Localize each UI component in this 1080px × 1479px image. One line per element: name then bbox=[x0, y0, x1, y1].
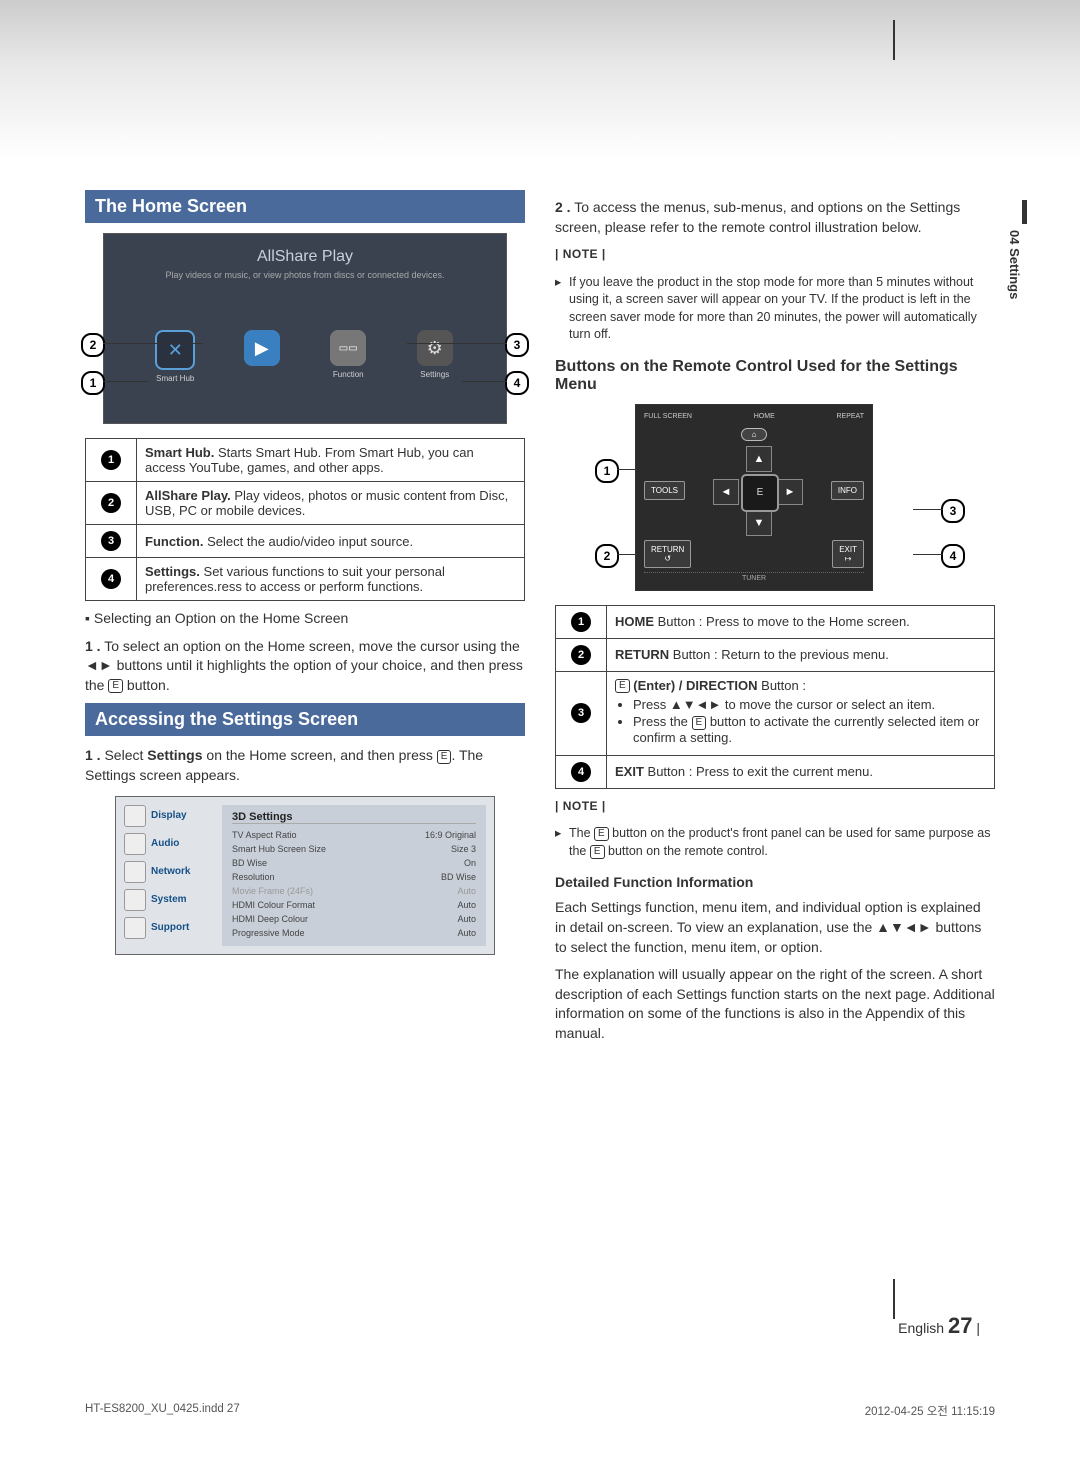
remote-callout-4: 4 bbox=[941, 544, 965, 568]
remote-desc-table: 1 HOME Button : Press to move to the Hom… bbox=[555, 605, 995, 789]
right-step-2: 2 . To access the menus, sub-menus, and … bbox=[555, 198, 995, 237]
network-icon bbox=[124, 861, 146, 883]
note-text-2: The E button on the product's front pane… bbox=[555, 825, 995, 860]
enter-icon: E bbox=[437, 750, 452, 764]
support-icon bbox=[124, 917, 146, 939]
function-icon: ▭▭ bbox=[330, 330, 366, 366]
doc-meta: HT-ES8200_XU_0425.indd 27 2012-04-25 오전 … bbox=[85, 1403, 995, 1419]
page-footer: English 27 | bbox=[898, 1313, 980, 1339]
remote-callout-2: 2 bbox=[595, 544, 619, 568]
sidebar-item-support: Support bbox=[124, 917, 214, 939]
callout-3: 3 bbox=[505, 333, 529, 357]
settings-step-1: 1 . Select Settings on the Home screen, … bbox=[85, 746, 525, 785]
sidebar-item-display: Display bbox=[124, 805, 214, 827]
audio-icon bbox=[124, 833, 146, 855]
sidebar-item-system: System bbox=[124, 889, 214, 911]
table-row: 1 HOME Button : Press to move to the Hom… bbox=[556, 605, 995, 638]
tools-button: TOOLS bbox=[644, 481, 685, 500]
settings-row: TV Aspect Ratio16:9 Original bbox=[232, 828, 476, 842]
settings-gear-icon: ⚙ bbox=[417, 330, 453, 366]
table-row: 1 Smart Hub. Starts Smart Hub. From Smar… bbox=[86, 439, 525, 482]
settings-row: Movie Frame (24Fs)Auto bbox=[232, 884, 476, 898]
sidebar-item-audio: Audio bbox=[124, 833, 214, 855]
note-text-1: If you leave the product in the stop mod… bbox=[555, 274, 995, 344]
enter-button-icon: E bbox=[741, 474, 779, 512]
tuner-label: TUNER bbox=[644, 572, 864, 582]
note-label: | NOTE | bbox=[555, 247, 995, 261]
info-button: INFO bbox=[831, 481, 864, 500]
return-button: RETURN↺ bbox=[644, 540, 691, 568]
home-desc-table: 1 Smart Hub. Starts Smart Hub. From Smar… bbox=[85, 438, 525, 601]
dpad-up-icon: ▲ bbox=[746, 446, 772, 472]
callout-1: 1 bbox=[81, 371, 105, 395]
enter-icon: E bbox=[590, 845, 605, 859]
play-icon: ▶ bbox=[244, 330, 280, 366]
sidebar-item-network: Network bbox=[124, 861, 214, 883]
table-row: 2 RETURN Button : Return to the previous… bbox=[556, 638, 995, 671]
settings-row: Progressive ModeAuto bbox=[232, 926, 476, 940]
home-button-icon: ⌂ bbox=[741, 428, 768, 441]
table-row: 3 E (Enter) / DIRECTION Button : Press ▲… bbox=[556, 671, 995, 755]
enter-icon: E bbox=[615, 679, 630, 693]
num-4: 4 bbox=[101, 569, 121, 589]
display-icon bbox=[124, 805, 146, 827]
settings-row: ResolutionBD Wise bbox=[232, 870, 476, 884]
table-row: 3 Function. Select the audio/video input… bbox=[86, 525, 525, 558]
num-3: 3 bbox=[101, 531, 121, 551]
allshare-sub: Play videos or music, or view photos fro… bbox=[112, 270, 498, 280]
section-home-screen: The Home Screen bbox=[85, 190, 525, 223]
section-accessing-settings: Accessing the Settings Screen bbox=[85, 703, 525, 736]
enter-icon: E bbox=[594, 827, 609, 841]
enter-icon: E bbox=[692, 716, 707, 730]
table-row: 2 AllShare Play. Play videos, photos or … bbox=[86, 482, 525, 525]
remote-callout-1: 1 bbox=[595, 459, 619, 483]
dpad-right-icon: ► bbox=[777, 479, 803, 505]
remote-illustration: FULL SCREEN HOME REPEAT ⌂ TOOLS ▲ ▼ ◄ ► … bbox=[635, 404, 873, 591]
system-icon bbox=[124, 889, 146, 911]
callout-4: 4 bbox=[505, 371, 529, 395]
table-row: 4 Settings. Set various functions to sui… bbox=[86, 558, 525, 601]
exit-button: EXIT↦ bbox=[832, 540, 864, 568]
dpad-left-icon: ◄ bbox=[713, 479, 739, 505]
settings-row: BD WiseOn bbox=[232, 856, 476, 870]
settings-row: Smart Hub Screen SizeSize 3 bbox=[232, 842, 476, 856]
smarthub-icon: ✕ bbox=[155, 330, 195, 370]
allshare-panel: AllShare Play Play videos or music, or v… bbox=[103, 233, 507, 424]
settings-panel-title: 3D Settings bbox=[232, 811, 476, 824]
dpad-down-icon: ▼ bbox=[746, 510, 772, 536]
num-1: 1 bbox=[101, 450, 121, 470]
enter-icon: E bbox=[108, 679, 123, 693]
settings-screen-mock: Display Audio Network System Support 3D … bbox=[115, 796, 495, 955]
function-label: Function bbox=[305, 370, 392, 379]
num-2: 2 bbox=[101, 493, 121, 513]
note-label: | NOTE | bbox=[555, 799, 995, 813]
allshare-title: AllShare Play bbox=[112, 248, 498, 266]
side-tab: 04 Settings bbox=[1007, 230, 1022, 299]
detailed-func-heading: Detailed Function Information bbox=[555, 874, 995, 890]
remote-subheading: Buttons on the Remote Control Used for t… bbox=[555, 358, 995, 394]
settings-row: HDMI Deep ColourAuto bbox=[232, 912, 476, 926]
home-step-1: 1 . To select an option on the Home scre… bbox=[85, 637, 525, 696]
settings-label: Settings bbox=[392, 370, 479, 379]
settings-row: HDMI Colour FormatAuto bbox=[232, 898, 476, 912]
table-row: 4 EXIT Button : Press to exit the curren… bbox=[556, 755, 995, 788]
sub-bullet: Selecting an Option on the Home Screen bbox=[85, 609, 525, 629]
remote-callout-3: 3 bbox=[941, 499, 965, 523]
detailed-func-p2: The explanation will usually appear on t… bbox=[555, 965, 995, 1043]
callout-2: 2 bbox=[81, 333, 105, 357]
detailed-func-p1: Each Settings function, menu item, and i… bbox=[555, 898, 995, 957]
